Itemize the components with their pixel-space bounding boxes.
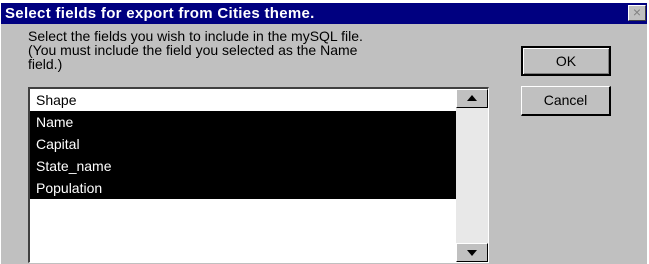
field-item-name[interactable]: Name	[30, 111, 456, 133]
field-item-state-name[interactable]: State_name	[30, 155, 456, 177]
fields-list: Shape Name Capital State_name Population	[30, 89, 456, 199]
instructions-line: (You must include the field you selected…	[28, 42, 358, 58]
close-button[interactable]: ×	[628, 5, 646, 21]
title-bar[interactable]: Select fields for export from Cities the…	[1, 3, 647, 24]
instructions-line: field.)	[28, 56, 63, 72]
field-item-capital[interactable]: Capital	[30, 133, 456, 155]
arrow-down-icon	[467, 250, 477, 256]
field-item-shape[interactable]: Shape	[30, 89, 456, 111]
ok-button[interactable]: OK	[521, 46, 611, 76]
instructions-line: Select the fields you wish to include in…	[28, 28, 363, 44]
scroll-up-button[interactable]	[456, 89, 488, 108]
vertical-scrollbar[interactable]	[456, 89, 488, 262]
instructions-text: Select the fields you wish to include in…	[28, 29, 508, 71]
export-fields-dialog: Select fields for export from Cities the…	[1, 3, 647, 264]
fields-listbox[interactable]: Shape Name Capital State_name Population	[28, 87, 489, 263]
cancel-button[interactable]: Cancel	[521, 86, 611, 116]
field-item-population[interactable]: Population	[30, 177, 456, 199]
close-icon: ×	[632, 4, 642, 20]
arrow-up-icon	[467, 95, 477, 101]
scroll-down-button[interactable]	[456, 243, 488, 262]
window-title: Select fields for export from Cities the…	[5, 5, 315, 22]
